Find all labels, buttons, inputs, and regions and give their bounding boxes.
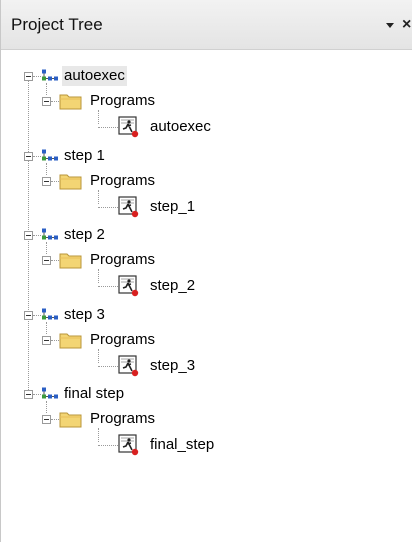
collapse-toggle[interactable] — [42, 256, 51, 265]
tree-connector — [46, 162, 47, 175]
tree-connector — [98, 127, 118, 128]
project-tree: autoexec Programs autoexec step 1 Programs st… — [1, 50, 412, 542]
program-node-label[interactable]: final_step — [148, 435, 216, 455]
tree-connector — [51, 180, 59, 182]
folder-node-label[interactable]: Programs — [88, 409, 157, 429]
tree-connector — [98, 269, 99, 283]
task-node-label[interactable]: step 1 — [62, 146, 107, 166]
tree-connector — [46, 321, 47, 334]
tree-connector — [46, 401, 47, 413]
tree-connector — [98, 348, 99, 363]
folder-icon — [59, 412, 82, 428]
tree-connector — [51, 101, 59, 102]
collapse-toggle[interactable] — [24, 151, 33, 161]
panel-titlebar: Project Tree × — [1, 0, 412, 50]
program-node-label[interactable]: step_3 — [148, 356, 197, 376]
folder-icon — [59, 333, 82, 348]
program-node-label[interactable]: step_1 — [148, 197, 197, 217]
tree-connector — [33, 235, 41, 236]
dropdown-arrow-icon[interactable] — [383, 18, 397, 32]
tree-connector — [98, 286, 118, 287]
folder-node-label[interactable]: Programs — [88, 330, 157, 350]
folder-icon — [59, 174, 82, 189]
tree-connector — [51, 339, 59, 341]
program-runner-icon — [118, 354, 139, 376]
tree-connector — [98, 206, 118, 208]
tree-connector — [98, 110, 99, 124]
close-icon[interactable]: × — [402, 16, 412, 34]
collapse-toggle[interactable] — [24, 310, 33, 320]
program-runner-icon — [118, 275, 139, 297]
tree-connector — [51, 260, 59, 261]
collapse-toggle[interactable] — [42, 176, 51, 186]
tree-connector — [98, 365, 118, 367]
folder-icon — [59, 253, 82, 269]
tree-connector — [98, 445, 118, 446]
folder-node-label[interactable]: Programs — [88, 250, 157, 270]
task-network-icon — [42, 69, 58, 81]
collapse-toggle[interactable] — [24, 231, 33, 240]
folder-node-label[interactable]: Programs — [88, 91, 157, 111]
collapse-toggle[interactable] — [24, 390, 33, 399]
task-network-icon — [42, 149, 58, 160]
task-network-icon — [42, 228, 58, 240]
tree-connector — [98, 189, 99, 204]
folder-node-label[interactable]: Programs — [88, 171, 157, 191]
task-network-icon — [42, 387, 58, 399]
program-runner-icon — [118, 116, 139, 138]
collapse-toggle[interactable] — [42, 97, 51, 106]
collapse-toggle[interactable] — [42, 415, 51, 424]
tree-connector — [51, 419, 59, 420]
tree-connector — [33, 155, 41, 157]
panel-title: Project Tree — [11, 15, 103, 34]
tree-connector — [33, 76, 41, 77]
program-runner-icon — [118, 434, 139, 456]
task-network-icon — [42, 308, 58, 319]
project-tree-panel: Project Tree × autoexec Programs autoexec s… — [0, 0, 412, 542]
collapse-toggle[interactable] — [42, 335, 51, 345]
tree-connector — [33, 394, 41, 395]
folder-icon — [59, 94, 82, 110]
task-node-label[interactable]: step 2 — [62, 225, 107, 245]
program-runner-icon — [118, 195, 139, 217]
tree-connector — [46, 242, 47, 254]
task-node-label[interactable]: final step — [62, 384, 126, 404]
tree-connector — [46, 83, 47, 95]
tree-connector — [33, 314, 41, 316]
task-node-label[interactable]: autoexec — [62, 66, 127, 86]
task-node-label[interactable]: step 3 — [62, 305, 107, 325]
collapse-toggle[interactable] — [24, 72, 33, 81]
program-node-label[interactable]: autoexec — [148, 117, 213, 137]
program-node-label[interactable]: step_2 — [148, 276, 197, 296]
tree-connector — [98, 428, 99, 442]
